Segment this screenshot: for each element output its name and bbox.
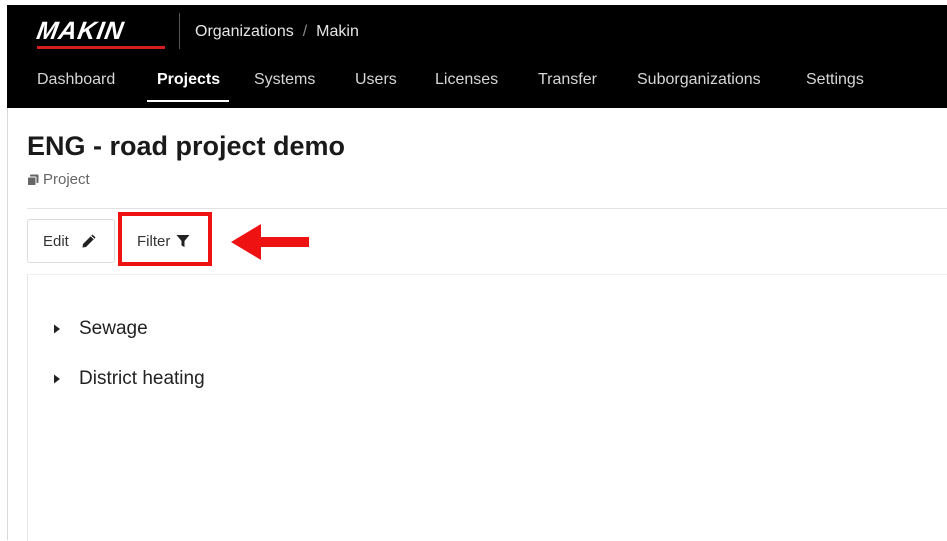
nav-item-transfer[interactable]: Transfer (538, 71, 597, 89)
caret-right-icon (54, 374, 60, 384)
page-subtitle-label: Project (43, 171, 90, 188)
nav-item-users[interactable]: Users (355, 71, 397, 89)
top-header: MAKIN Organizations / Makin Dashboard Proj… (7, 5, 947, 108)
nav-item-systems[interactable]: Systems (254, 71, 315, 89)
main-nav: Dashboard Projects Systems Users License… (7, 65, 947, 105)
caret-right-icon (54, 324, 60, 334)
makin-logo[interactable]: MAKIN (35, 17, 127, 45)
nav-item-settings[interactable]: Settings (806, 71, 864, 89)
tree-item-label: Sewage (79, 318, 148, 339)
page-left-border (7, 108, 8, 540)
nav-item-suborganizations[interactable]: Suborganizations (637, 71, 761, 89)
breadcrumb-separator: / (302, 23, 308, 40)
breadcrumb-makin[interactable]: Makin (316, 23, 359, 40)
copy-icon (27, 174, 39, 186)
logo-underline (37, 46, 165, 49)
breadcrumb-organizations[interactable]: Organizations (195, 23, 294, 40)
brand-row: MAKIN Organizations / Makin (7, 5, 947, 57)
edit-button[interactable]: Edit (27, 219, 115, 263)
page-title: ENG - road project demo (27, 131, 346, 161)
edit-button-label: Edit (43, 232, 69, 250)
tree-item-district-heating[interactable]: District heating (53, 368, 205, 390)
filter-highlight-box (118, 212, 212, 266)
nav-active-indicator (147, 100, 229, 102)
tree-item-label: District heating (79, 368, 205, 389)
breadcrumb: Organizations / Makin (195, 23, 359, 41)
tree-item-sewage[interactable]: Sewage (53, 318, 148, 340)
pencil-icon (82, 234, 96, 248)
nav-item-projects[interactable]: Projects (157, 71, 220, 89)
nav-item-licenses[interactable]: Licenses (435, 71, 498, 89)
nav-item-dashboard[interactable]: Dashboard (37, 71, 115, 89)
arrow-left-icon (231, 224, 309, 260)
page-subtitle: Project (27, 171, 90, 188)
brand-divider (179, 13, 180, 49)
header-divider (27, 208, 947, 209)
tree-panel (27, 274, 947, 541)
